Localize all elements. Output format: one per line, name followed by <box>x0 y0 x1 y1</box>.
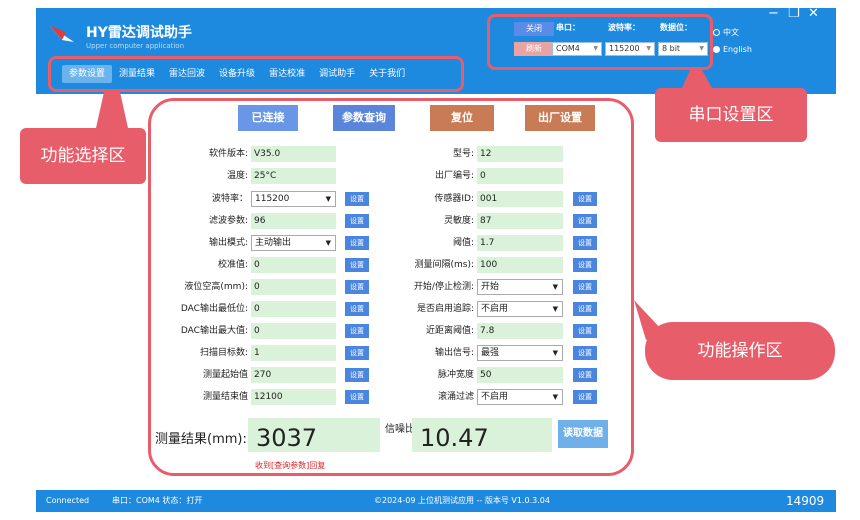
lang-chinese-label: 中文 <box>723 28 739 37</box>
radio-selected-icon <box>713 46 720 53</box>
counter-value: 14909 <box>786 494 825 508</box>
func-select-callout: 功能选择区 <box>20 128 146 184</box>
serial-settings-highlight <box>487 14 713 70</box>
close-icon[interactable]: ✕ <box>808 6 819 21</box>
port-status: 串口：COM4 状态：打开 <box>112 496 203 505</box>
func-operation-highlight <box>148 98 634 476</box>
app-subtitle: Upper computer application <box>86 42 185 50</box>
func-operation-callout: 功能操作区 <box>645 322 835 380</box>
restore-icon[interactable]: ❐ <box>788 6 800 21</box>
func-select-highlight <box>48 56 464 92</box>
lang-english-label: English <box>723 45 752 54</box>
app-title: HY雷达调试助手 <box>86 25 192 41</box>
lang-chinese-option[interactable]: 中文 <box>713 27 739 38</box>
lang-english-option[interactable]: English <box>713 45 752 54</box>
status-bar: Connected 串口：COM4 状态：打开 ©2024-09 上位机测试应用… <box>36 490 836 512</box>
minimize-icon[interactable]: − <box>768 6 779 21</box>
connection-status: Connected <box>46 496 90 505</box>
logo-icon <box>50 26 74 42</box>
app-window: HY雷达调试助手 Upper computer application 参数设置… <box>0 0 860 520</box>
copyright-version: ©2024-09 上位机测试应用 -- 版本号 V1.0.3.04 <box>374 496 550 505</box>
radio-icon <box>713 29 720 36</box>
serial-settings-callout: 串口设置区 <box>655 88 807 142</box>
